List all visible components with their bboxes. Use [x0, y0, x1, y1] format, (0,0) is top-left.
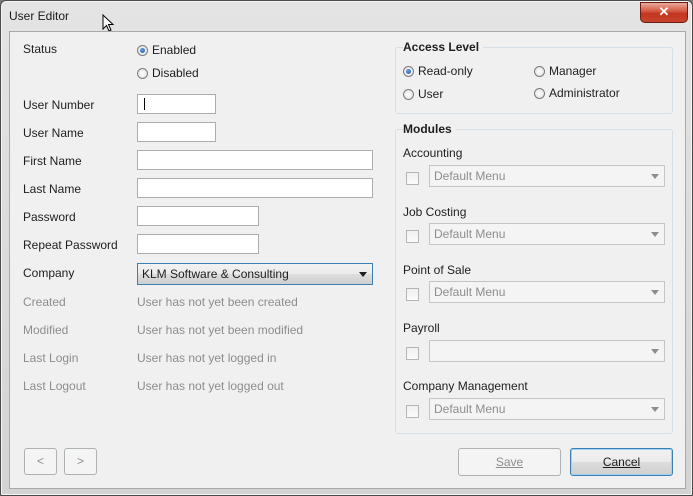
status-enabled-radio[interactable]: Enabled: [137, 43, 196, 57]
module-company-management-checkbox[interactable]: [406, 405, 419, 418]
access-manager-radio[interactable]: Manager: [534, 64, 596, 78]
module-point-of-sale-checkbox[interactable]: [406, 288, 419, 301]
radio-icon: [534, 87, 545, 99]
radio-label: Administrator: [549, 86, 620, 100]
chevron-left-icon: <: [36, 454, 44, 468]
module-company-management-menu-select[interactable]: Default Menu: [429, 398, 665, 420]
last-name-label: Last Name: [23, 182, 82, 196]
last-login-label: Last Login: [23, 351, 79, 365]
chevron-down-icon: [651, 290, 659, 295]
radio-icon: [403, 88, 414, 100]
modules-title: Modules: [403, 122, 456, 136]
dialog-body: Status Enabled Disabled User Number User…: [9, 31, 686, 489]
radio-icon: [137, 67, 148, 79]
module-job-costing-menu-select[interactable]: Default Menu: [429, 223, 665, 245]
close-icon: ✕: [658, 4, 670, 19]
module-job-costing-checkbox[interactable]: [406, 230, 419, 243]
status-disabled-radio[interactable]: Disabled: [137, 66, 199, 80]
window-title: User Editor: [9, 9, 70, 23]
radio-icon: [534, 65, 545, 77]
module-accounting-menu-select[interactable]: Default Menu: [429, 165, 665, 187]
access-level-title: Access Level: [403, 40, 484, 54]
module-payroll-menu-select[interactable]: [429, 340, 665, 362]
user-editor-window: User Editor ✕ Status Enabled Disabled Us…: [0, 0, 693, 496]
user-number-input[interactable]: [137, 94, 216, 114]
select-value: Default Menu: [434, 169, 506, 183]
module-accounting-label: Accounting: [403, 146, 463, 160]
access-level-group: [395, 47, 673, 114]
select-value: Default Menu: [434, 285, 506, 299]
chevron-right-icon: >: [76, 454, 84, 468]
module-job-costing-label: Job Costing: [403, 205, 467, 219]
access-readonly-radio[interactable]: Read-only: [403, 64, 473, 78]
chevron-down-icon: [651, 232, 659, 237]
user-number-label: User Number: [23, 98, 95, 112]
select-value: Default Menu: [434, 402, 506, 416]
module-company-management-label: Company Management: [403, 379, 528, 393]
modified-label: Modified: [23, 323, 69, 337]
repeat-password-input[interactable]: [137, 234, 259, 254]
chevron-down-icon: [651, 174, 659, 179]
next-button[interactable]: >: [64, 448, 97, 475]
created-value: User has not yet been created: [137, 295, 298, 309]
module-payroll-checkbox[interactable]: [406, 347, 419, 360]
radio-label: Manager: [549, 64, 597, 78]
radio-label: Enabled: [152, 43, 197, 57]
last-login-value: User has not yet logged in: [137, 351, 277, 365]
radio-label: User: [418, 87, 444, 101]
cancel-button-label: Cancel: [602, 455, 641, 469]
text-cursor: [144, 98, 145, 110]
company-select-value: KLM Software & Consulting: [142, 267, 289, 281]
radio-selected-icon: [137, 44, 148, 56]
user-name-label: User Name: [23, 126, 84, 140]
previous-button[interactable]: <: [24, 448, 57, 475]
chevron-down-icon: [651, 407, 659, 412]
chevron-down-icon: [651, 349, 659, 354]
first-name-input[interactable]: [137, 150, 373, 170]
save-button-label: Save: [495, 455, 524, 469]
created-label: Created: [23, 295, 66, 309]
password-label: Password: [23, 210, 76, 224]
last-name-input[interactable]: [137, 178, 373, 198]
module-point-of-sale-label: Point of Sale: [403, 263, 472, 277]
user-name-input[interactable]: [137, 122, 216, 142]
access-administrator-radio[interactable]: Administrator: [534, 86, 620, 100]
chevron-down-icon: [359, 272, 367, 277]
first-name-label: First Name: [23, 154, 82, 168]
module-accounting-checkbox[interactable]: [406, 172, 419, 185]
company-select[interactable]: KLM Software & Consulting: [137, 263, 373, 285]
radio-label: Disabled: [152, 66, 199, 80]
company-label: Company: [23, 266, 75, 280]
modified-value: User has not yet been modified: [137, 323, 304, 337]
module-payroll-label: Payroll: [403, 321, 440, 335]
access-user-radio[interactable]: User: [403, 87, 443, 101]
repeat-password-label: Repeat Password: [23, 238, 118, 252]
save-button[interactable]: Save: [458, 448, 561, 476]
last-logout-value: User has not yet logged out: [137, 379, 284, 393]
select-value: Default Menu: [434, 227, 506, 241]
close-button[interactable]: ✕: [640, 2, 688, 23]
radio-selected-icon: [403, 65, 414, 77]
status-label: Status: [23, 42, 58, 56]
cancel-button[interactable]: Cancel: [570, 448, 673, 476]
last-logout-label: Last Logout: [23, 379, 86, 393]
module-point-of-sale-menu-select[interactable]: Default Menu: [429, 281, 665, 303]
password-input[interactable]: [137, 206, 259, 226]
radio-label: Read-only: [418, 64, 473, 78]
